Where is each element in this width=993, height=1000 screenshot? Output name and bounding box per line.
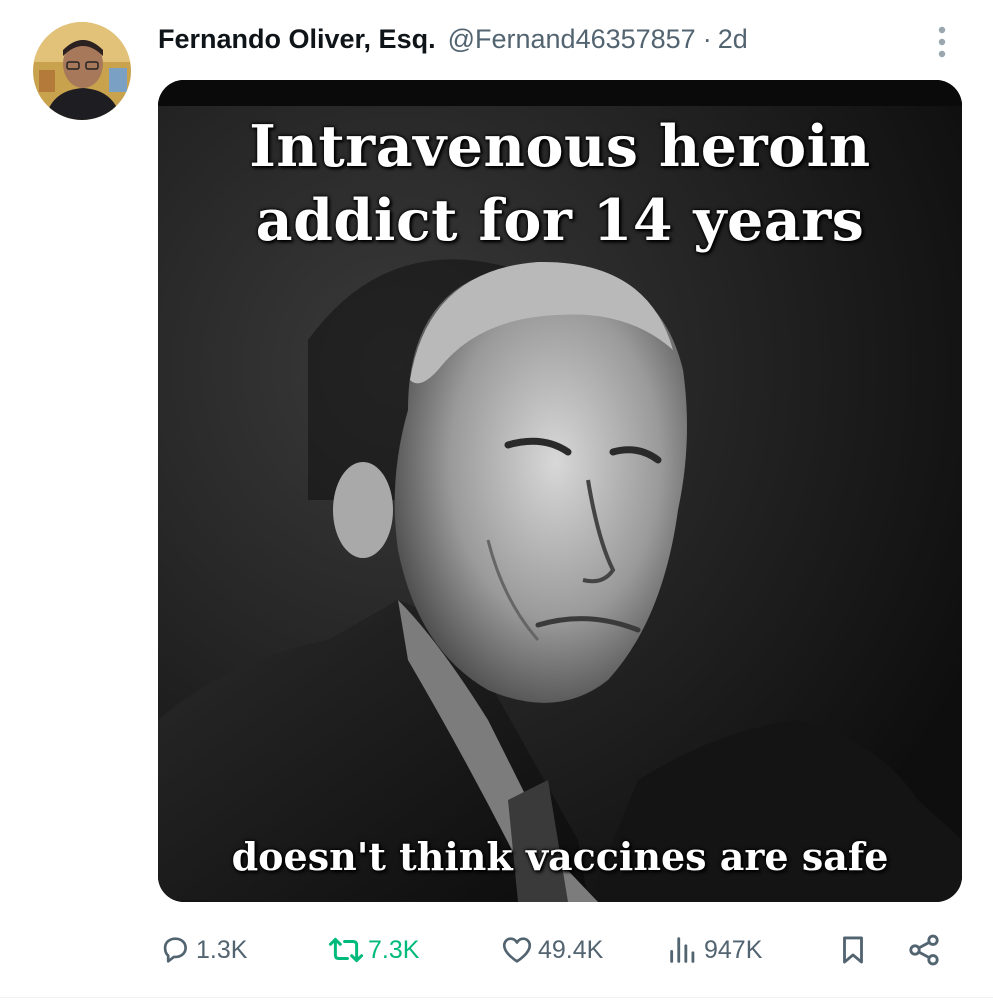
repost-count: 7.3K (368, 936, 420, 964)
reply-button[interactable]: 1.3K (158, 925, 247, 975)
like-button[interactable]: 49.4K (500, 925, 603, 975)
views-button[interactable]: 947K (666, 925, 762, 975)
bookmark-icon (843, 936, 863, 964)
author-avatar[interactable] (33, 22, 131, 120)
bookmark-button[interactable] (836, 925, 874, 975)
tweet-header: Fernando Oliver, Esq. @Fernand46357857 ·… (158, 18, 748, 60)
caption-line: addict for 14 years (255, 187, 865, 254)
share-icon (909, 934, 939, 966)
caption-line: Intravenous heroin (249, 113, 871, 180)
action-bar: 1.3K 7.3K 49.4K 947K (158, 925, 948, 975)
divider (0, 997, 993, 998)
author-display-name[interactable]: Fernando Oliver, Esq. (158, 18, 436, 60)
reply-icon (163, 937, 187, 963)
author-handle[interactable]: @Fernand46357857 (448, 18, 696, 60)
like-count: 49.4K (538, 936, 604, 964)
image-caption-top: Intravenous heroin addict for 14 years (158, 110, 962, 258)
repost-icon (328, 937, 364, 963)
header-separator: · (702, 24, 712, 54)
view-count: 947K (704, 936, 763, 964)
tweet[interactable]: Fernando Oliver, Esq. @Fernand46357857 ·… (0, 0, 993, 1000)
more-options-button[interactable] (927, 24, 957, 60)
post-timestamp[interactable]: 2d (718, 18, 748, 60)
avatar-photo (33, 22, 131, 120)
vertical-ellipsis-icon (938, 26, 946, 58)
repost-button[interactable]: 7.3K (328, 925, 419, 975)
share-button[interactable] (906, 925, 946, 975)
reply-count: 1.3K (196, 936, 248, 964)
views-chart-icon (670, 937, 695, 963)
post-image[interactable]: Intravenous heroin addict for 14 years d… (158, 80, 962, 902)
image-caption-bottom: doesn't think vaccines are safe (231, 834, 889, 879)
heart-icon (502, 937, 532, 963)
